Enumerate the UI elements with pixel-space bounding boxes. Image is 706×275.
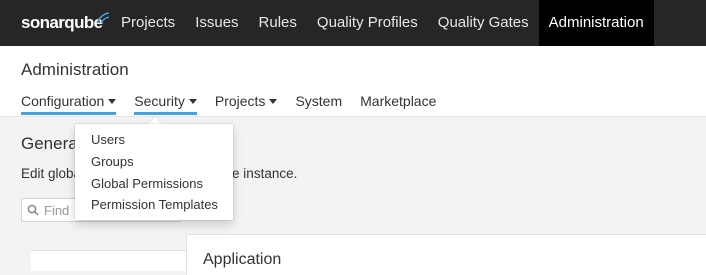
subnav-configuration-label: Configuration (21, 93, 105, 109)
top-nav-menu: Projects Issues Rules Quality Profiles Q… (111, 0, 654, 46)
dropdown-arrow (148, 117, 162, 124)
subnav-projects-label: Projects (214, 93, 266, 109)
search-icon (27, 204, 39, 216)
menu-item-groups[interactable]: Groups (91, 154, 134, 169)
menu-item-global-permissions[interactable]: Global Permissions (91, 176, 203, 191)
logo-arc-icon (96, 12, 110, 24)
nav-administration[interactable]: Administration (538, 0, 654, 46)
nav-quality-profiles[interactable]: Quality Profiles (307, 0, 428, 46)
caret-down-icon (269, 99, 278, 104)
settings-title: Genera (21, 134, 78, 153)
subnav-security-label: Security (134, 93, 185, 109)
subnav-security[interactable]: Security (134, 93, 197, 115)
nav-rules[interactable]: Rules (249, 0, 307, 46)
admin-subnav: Configuration Security Projects System M… (21, 93, 454, 115)
nav-quality-gates[interactable]: Quality Gates (428, 0, 539, 46)
subnav-configuration[interactable]: Configuration (21, 93, 117, 115)
subnav-marketplace-label: Marketplace (360, 93, 437, 109)
sonarqube-logo[interactable]: sonarqube (21, 12, 110, 33)
subnav-system[interactable]: System (295, 93, 342, 115)
nav-issues[interactable]: Issues (185, 0, 248, 46)
menu-item-permission-templates[interactable]: Permission Templates (91, 197, 218, 212)
caret-down-icon (188, 99, 197, 104)
subnav-system-label: System (295, 93, 343, 109)
settings-description-left: Edit globa (21, 166, 82, 181)
security-dropdown-menu: Users Groups Global Permissions Permissi… (75, 124, 233, 220)
settings-panel: Application (186, 234, 706, 275)
caret-down-icon (108, 99, 117, 104)
logo-text: sonarqube (21, 13, 103, 32)
page-title: Administration (21, 60, 129, 79)
top-navbar: sonarqube Projects Issues Rules Quality … (0, 0, 706, 46)
admin-header: Administration Configuration Security Pr… (0, 46, 706, 117)
subnav-marketplace[interactable]: Marketplace (360, 93, 436, 115)
category-list (31, 250, 187, 271)
menu-item-users[interactable]: Users (91, 132, 125, 147)
settings-description-right: e instance. (232, 166, 298, 181)
subnav-projects[interactable]: Projects (215, 93, 278, 115)
nav-projects[interactable]: Projects (111, 0, 185, 46)
panel-heading: Application (203, 251, 282, 268)
